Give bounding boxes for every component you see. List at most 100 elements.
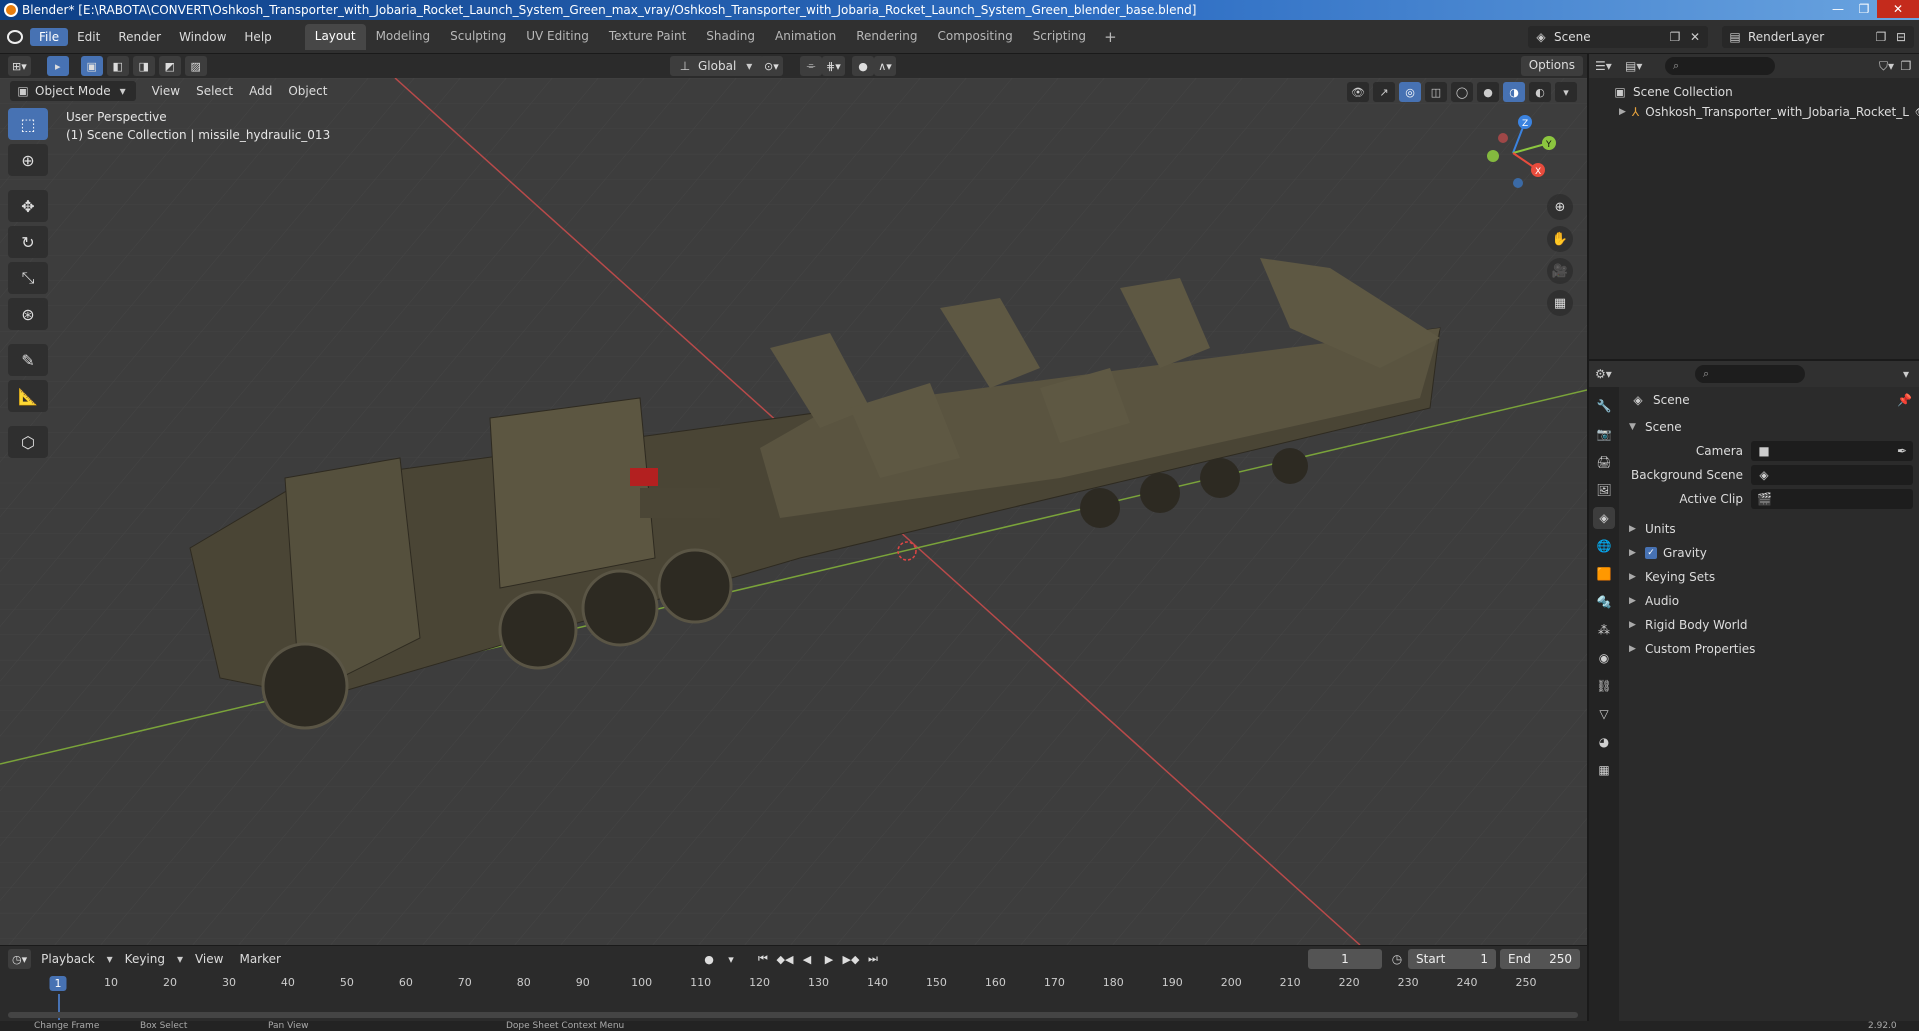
data-tab-icon[interactable]: ▽ bbox=[1593, 703, 1615, 725]
jump-end-icon[interactable]: ⏭ bbox=[864, 950, 882, 968]
particles-tab-icon[interactable]: ⁂ bbox=[1593, 619, 1615, 641]
outliner-editor-icon[interactable]: ☰▾ bbox=[1595, 59, 1612, 73]
copy-layer-icon[interactable]: ❐ bbox=[1874, 30, 1888, 44]
render-tab-icon[interactable]: 📷 bbox=[1593, 423, 1615, 445]
snap-icon[interactable]: ⌯ bbox=[800, 56, 822, 76]
custom-properties-panel[interactable]: ▶ Custom Properties bbox=[1621, 637, 1919, 661]
tab-layout[interactable]: Layout bbox=[304, 23, 366, 50]
view-layer-selector[interactable]: ▤ RenderLayer ❐ ⊟ bbox=[1722, 26, 1914, 48]
display-mode-icon[interactable]: ▤▾ bbox=[1625, 59, 1642, 73]
modifier-tab-icon[interactable]: 🔩 bbox=[1593, 591, 1615, 613]
visibility-icon[interactable]: 👁 bbox=[1347, 82, 1369, 102]
timeline-scrollbar[interactable] bbox=[8, 1012, 1578, 1018]
gravity-panel[interactable]: ▶ ✓ Gravity bbox=[1621, 541, 1919, 565]
proportional-edit-icon[interactable]: ● bbox=[852, 56, 874, 76]
visibility-eye-icon[interactable]: 👁 bbox=[1915, 105, 1919, 119]
constraints-tab-icon[interactable]: ⛓ bbox=[1593, 675, 1615, 697]
material-shading-icon[interactable]: ◑ bbox=[1503, 82, 1525, 102]
scene-tab-icon[interactable]: ◈ bbox=[1593, 507, 1615, 529]
select-new-icon[interactable]: ▣ bbox=[80, 56, 103, 76]
select-box-icon[interactable]: ⬚ bbox=[8, 108, 48, 140]
select-tool-icon[interactable]: ▸ bbox=[46, 56, 69, 76]
start-frame-field[interactable]: Start 1 bbox=[1408, 949, 1496, 969]
ortho-grid-icon[interactable]: ▦ bbox=[1547, 290, 1573, 316]
transform-orientation[interactable]: ⊥ Global ▾ bbox=[670, 56, 765, 76]
properties-search-input[interactable]: ⌕ bbox=[1695, 365, 1805, 383]
annotate-icon[interactable]: ✎ bbox=[8, 344, 48, 376]
scene-panel-header[interactable]: ▼ Scene bbox=[1621, 415, 1919, 439]
texture-tab-icon[interactable]: ▦ bbox=[1593, 759, 1615, 781]
move-icon[interactable]: ✥ bbox=[8, 190, 48, 222]
remove-layer-icon[interactable]: ⊟ bbox=[1894, 30, 1908, 44]
measure-icon[interactable]: 📐 bbox=[8, 380, 48, 412]
tab-animation[interactable]: Animation bbox=[765, 24, 846, 50]
zoom-icon[interactable]: ⊕ bbox=[1547, 194, 1573, 220]
keying-sets-panel[interactable]: ▶ Keying Sets bbox=[1621, 565, 1919, 589]
material-tab-icon[interactable]: ◕ bbox=[1593, 731, 1615, 753]
record-options-icon[interactable]: ▾ bbox=[722, 950, 740, 968]
eyedropper-icon[interactable]: ✒ bbox=[1895, 444, 1909, 458]
gizmo-toggle-icon[interactable]: ↗ bbox=[1373, 82, 1395, 102]
timeline-editor-type-icon[interactable]: ◷▾ bbox=[8, 949, 32, 969]
tab-rendering[interactable]: Rendering bbox=[846, 24, 927, 50]
tool-tab-icon[interactable]: 🔧 bbox=[1593, 395, 1615, 417]
tab-sculpting[interactable]: Sculpting bbox=[440, 24, 516, 50]
timeline-menu-marker[interactable]: Marker bbox=[231, 950, 288, 968]
scene-selector[interactable]: ◈ Scene ❐ ✕ bbox=[1528, 26, 1708, 48]
tab-modeling[interactable]: Modeling bbox=[366, 24, 441, 50]
tab-shading[interactable]: Shading bbox=[696, 24, 765, 50]
viewport-menu-add[interactable]: Add bbox=[241, 82, 280, 100]
add-cube-icon[interactable]: ⬡ bbox=[8, 426, 48, 458]
clock-icon[interactable]: ◷ bbox=[1390, 952, 1404, 966]
active-clip-input[interactable]: 🎬 bbox=[1751, 489, 1913, 509]
timeline-ruler[interactable]: 1 10 20 30 40 50 60 70 80 90 100 110 120 130 140 150 160… bbox=[0, 972, 1587, 994]
rigid-body-world-panel[interactable]: ▶ Rigid Body World bbox=[1621, 613, 1919, 637]
tab-compositing[interactable]: Compositing bbox=[927, 24, 1022, 50]
outliner-search-input[interactable]: ⌕ bbox=[1665, 57, 1775, 75]
select-intersect-icon[interactable]: ▨ bbox=[184, 56, 207, 76]
menu-window[interactable]: Window bbox=[170, 28, 235, 46]
xray-icon[interactable]: ◫ bbox=[1425, 82, 1447, 102]
play-reverse-icon[interactable]: ◀ bbox=[798, 950, 816, 968]
physics-tab-icon[interactable]: ◉ bbox=[1593, 647, 1615, 669]
options-button[interactable]: Options bbox=[1520, 56, 1583, 76]
viewport-menu-select[interactable]: Select bbox=[188, 82, 241, 100]
background-scene-input[interactable]: ◈ bbox=[1751, 465, 1913, 485]
pan-hand-icon[interactable]: ✋ bbox=[1547, 226, 1573, 252]
scale-icon[interactable]: ⤡ bbox=[8, 262, 48, 294]
rendered-shading-icon[interactable]: ◐ bbox=[1529, 82, 1551, 102]
filter-icon[interactable]: ⛉▾ bbox=[1879, 59, 1894, 73]
audio-panel[interactable]: ▶ Audio bbox=[1621, 589, 1919, 613]
outliner-object-row[interactable]: ▶ ⅄ Oshkosh_Transporter_with_Jobaria_Roc… bbox=[1589, 102, 1919, 122]
timeline-menu-keying[interactable]: Keying bbox=[117, 950, 173, 968]
outliner-scene-collection[interactable]: ▣ Scene Collection bbox=[1589, 82, 1919, 102]
jump-start-icon[interactable]: ⏮ bbox=[754, 950, 772, 968]
close-button[interactable]: ✕ bbox=[1877, 0, 1919, 18]
world-tab-icon[interactable]: 🌐 bbox=[1593, 535, 1615, 557]
record-icon[interactable]: ● bbox=[700, 950, 718, 968]
viewport-menu-object[interactable]: Object bbox=[280, 82, 335, 100]
menu-file[interactable]: File bbox=[30, 27, 69, 46]
navigation-gizmo[interactable]: Z Y X bbox=[1463, 108, 1563, 198]
remove-icon[interactable]: ✕ bbox=[1688, 30, 1702, 44]
minimize-button[interactable]: — bbox=[1825, 0, 1851, 18]
output-tab-icon[interactable]: 🖨 bbox=[1593, 451, 1615, 473]
snap-target-icon[interactable]: ⋕▾ bbox=[822, 56, 845, 76]
copy-icon[interactable]: ❐ bbox=[1668, 30, 1682, 44]
menu-render[interactable]: Render bbox=[109, 28, 170, 46]
object-tab-icon[interactable]: 🟧 bbox=[1593, 563, 1615, 585]
properties-editor-icon[interactable]: ⚙▾ bbox=[1595, 367, 1612, 381]
end-frame-field[interactable]: End 250 bbox=[1500, 949, 1580, 969]
menu-edit[interactable]: Edit bbox=[68, 28, 109, 46]
next-keyframe-icon[interactable]: ▶◆ bbox=[842, 950, 860, 968]
cursor-icon[interactable]: ⊕ bbox=[8, 144, 48, 176]
camera-input[interactable]: ■ ✒ bbox=[1751, 441, 1913, 461]
new-collection-icon[interactable]: ❐ bbox=[1899, 59, 1913, 73]
select-extend-icon[interactable]: ◧ bbox=[106, 56, 129, 76]
gravity-checkbox[interactable]: ✓ bbox=[1645, 547, 1657, 559]
shading-options-icon[interactable]: ▾ bbox=[1555, 82, 1577, 102]
pin-icon[interactable]: 📌 bbox=[1897, 393, 1912, 407]
tab-uv-editing[interactable]: UV Editing bbox=[516, 24, 599, 50]
editor-type-icon[interactable]: ⊞▾ bbox=[8, 56, 31, 76]
object-mode-selector[interactable]: ▣ Object Mode ▾ bbox=[10, 81, 136, 101]
